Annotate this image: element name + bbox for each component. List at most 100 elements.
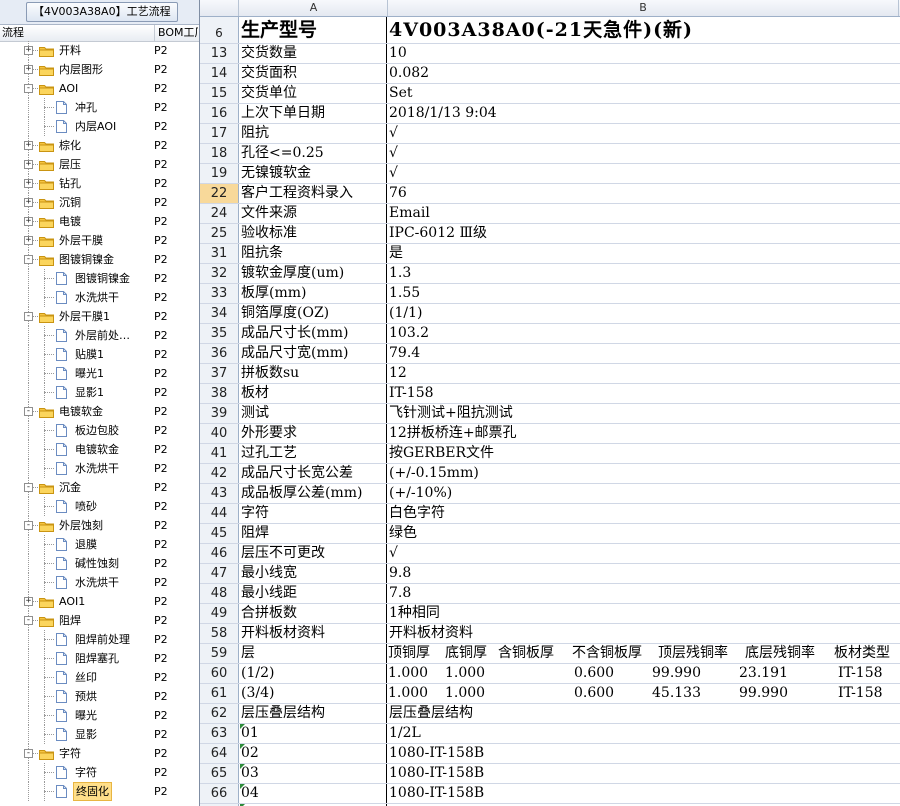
row-number[interactable]: 35 bbox=[200, 324, 239, 343]
cell-a[interactable]: 阻抗 bbox=[240, 124, 387, 143]
cell-a[interactable]: 板厚(mm) bbox=[240, 284, 387, 303]
expand-icon[interactable]: + bbox=[24, 179, 33, 188]
cell-b[interactable]: 1.000 1.000 0.600 45.133 99.990 IT-158 bbox=[388, 684, 897, 703]
row-number[interactable]: 47 bbox=[200, 564, 239, 583]
tree-item-label[interactable]: 板边包胶 bbox=[73, 421, 121, 440]
row-number[interactable]: 62 bbox=[200, 704, 239, 723]
cell-b[interactable]: 白色字符 bbox=[388, 504, 897, 523]
cell-a[interactable]: 01 bbox=[240, 724, 387, 743]
tree-item-label[interactable]: 阻焊 bbox=[57, 611, 83, 630]
tree-item[interactable]: + 层压 P2 bbox=[0, 155, 199, 174]
row-number[interactable]: 40 bbox=[200, 424, 239, 443]
tree-item[interactable]: 内层AOI P2 bbox=[0, 117, 199, 136]
cell-b[interactable]: 层压叠层结构 bbox=[388, 704, 897, 723]
row-number[interactable]: 38 bbox=[200, 384, 239, 403]
tree-item-label[interactable]: 外层干膜 bbox=[57, 231, 105, 250]
cell-a[interactable]: 层压叠层结构 bbox=[240, 704, 387, 723]
tree-item[interactable]: 电镀软金 P2 bbox=[0, 440, 199, 459]
tree-item-label[interactable]: 水洗烘干 bbox=[73, 288, 121, 307]
cell-b[interactable]: 1/2L bbox=[388, 724, 897, 743]
row-number[interactable]: 46 bbox=[200, 544, 239, 563]
row-number[interactable]: 65 bbox=[200, 764, 239, 783]
tree-item[interactable]: - 外层蚀刻 P2 bbox=[0, 516, 199, 535]
tree-item[interactable]: 水洗烘干 P2 bbox=[0, 573, 199, 592]
cell-b[interactable]: 1.55 bbox=[388, 284, 897, 303]
cell-b[interactable]: (+/-0.15mm) bbox=[388, 464, 897, 483]
cell-b[interactable]: 12拼板桥连+邮票孔 bbox=[388, 424, 897, 443]
tree-item-label[interactable]: 电镀软金 bbox=[57, 402, 105, 421]
cell-a[interactable]: 03 bbox=[240, 764, 387, 783]
cell-b[interactable]: 开料板材资料 bbox=[388, 624, 897, 643]
cell-b[interactable]: Set bbox=[388, 84, 897, 103]
cell-a[interactable]: 成品尺寸宽(mm) bbox=[240, 344, 387, 363]
tree-item-label[interactable]: 字符 bbox=[57, 744, 83, 763]
row-number[interactable]: 41 bbox=[200, 444, 239, 463]
collapse-icon[interactable]: - bbox=[24, 749, 33, 758]
row-number[interactable]: 61 bbox=[200, 684, 239, 703]
header-flow[interactable]: 流程 bbox=[2, 25, 24, 41]
row-number[interactable]: 17 bbox=[200, 124, 239, 143]
tree-item-label[interactable]: 字符 bbox=[73, 763, 99, 782]
cell-b[interactable]: √ bbox=[388, 544, 897, 563]
tree-item-label[interactable]: 终固化 bbox=[73, 782, 112, 801]
cell-b[interactable]: Email bbox=[388, 204, 897, 223]
cell-b[interactable]: 是 bbox=[388, 244, 897, 263]
row-number[interactable]: 58 bbox=[200, 624, 239, 643]
header-bom-factory[interactable]: BOM工厂 bbox=[154, 25, 198, 41]
collapse-icon[interactable]: - bbox=[24, 407, 33, 416]
row-number[interactable]: 34 bbox=[200, 304, 239, 323]
row-number[interactable]: 48 bbox=[200, 584, 239, 603]
cell-b[interactable]: 1080-IT-158B bbox=[388, 784, 897, 803]
tree-item[interactable]: 退膜 P2 bbox=[0, 535, 199, 554]
expand-icon[interactable]: + bbox=[24, 236, 33, 245]
cell-b[interactable]: 103.2 bbox=[388, 324, 897, 343]
row-number[interactable]: 63 bbox=[200, 724, 239, 743]
tree-item-label[interactable]: 贴膜1 bbox=[73, 345, 106, 364]
cell-a[interactable]: 阻焊 bbox=[240, 524, 387, 543]
row-number[interactable]: 15 bbox=[200, 84, 239, 103]
column-header-b[interactable]: B bbox=[388, 0, 899, 16]
expand-icon[interactable]: + bbox=[24, 597, 33, 606]
cell-a[interactable]: 02 bbox=[240, 744, 387, 763]
tree-item-label[interactable]: 层压 bbox=[57, 155, 83, 174]
cell-a[interactable]: 交货面积 bbox=[240, 64, 387, 83]
cell-a[interactable]: 拼板数su bbox=[240, 364, 387, 383]
row-number[interactable]: 22 bbox=[200, 184, 239, 203]
tree-item[interactable]: - 电镀软金 P2 bbox=[0, 402, 199, 421]
tree-item[interactable]: 终固化 P2 bbox=[0, 782, 199, 801]
tree-item[interactable]: 碱性蚀刻 P2 bbox=[0, 554, 199, 573]
cell-a[interactable]: 上次下单日期 bbox=[240, 104, 387, 123]
tree-item[interactable]: 水洗烘干 P2 bbox=[0, 288, 199, 307]
cell-a[interactable]: 最小线距 bbox=[240, 584, 387, 603]
cell-a[interactable]: 交货数量 bbox=[240, 44, 387, 63]
expand-icon[interactable]: + bbox=[24, 46, 33, 55]
row-number[interactable]: 44 bbox=[200, 504, 239, 523]
expand-icon[interactable]: + bbox=[24, 217, 33, 226]
row-number[interactable]: 13 bbox=[200, 44, 239, 63]
tree-item[interactable]: - 字符 P2 bbox=[0, 744, 199, 763]
tree-item-label[interactable]: 内层图形 bbox=[57, 60, 105, 79]
tree-item-label[interactable]: 冲孔 bbox=[73, 98, 99, 117]
expand-icon[interactable]: + bbox=[24, 141, 33, 150]
tree-item[interactable]: 贴膜1 P2 bbox=[0, 345, 199, 364]
tree-item-label[interactable]: 沉铜 bbox=[57, 193, 83, 212]
cell-a[interactable]: (3/4) bbox=[240, 684, 387, 703]
collapse-icon[interactable]: - bbox=[24, 255, 33, 264]
row-number[interactable]: 49 bbox=[200, 604, 239, 623]
row-number[interactable]: 31 bbox=[200, 244, 239, 263]
row-number[interactable]: 25 bbox=[200, 224, 239, 243]
tree-item[interactable]: + 电镀 P2 bbox=[0, 212, 199, 231]
tree-item-label[interactable]: 外层蚀刻 bbox=[57, 516, 105, 535]
row-number[interactable]: 39 bbox=[200, 404, 239, 423]
cell-b[interactable]: 4V003A38A0(-21天急件)(新) bbox=[388, 17, 897, 43]
cell-b[interactable]: 0.082 bbox=[388, 64, 897, 83]
cell-b[interactable]: 9.8 bbox=[388, 564, 897, 583]
tree-item[interactable]: - 外层干膜1 P2 bbox=[0, 307, 199, 326]
tree-item-label[interactable]: 图镀铜镍金 bbox=[57, 250, 116, 269]
tree-item-label[interactable]: 钻孔 bbox=[57, 174, 83, 193]
row-number[interactable]: 24 bbox=[200, 204, 239, 223]
cell-b[interactable]: 12 bbox=[388, 364, 897, 383]
tree-item[interactable]: - 阻焊 P2 bbox=[0, 611, 199, 630]
row-number[interactable]: 45 bbox=[200, 524, 239, 543]
cell-a[interactable]: 验收标准 bbox=[240, 224, 387, 243]
